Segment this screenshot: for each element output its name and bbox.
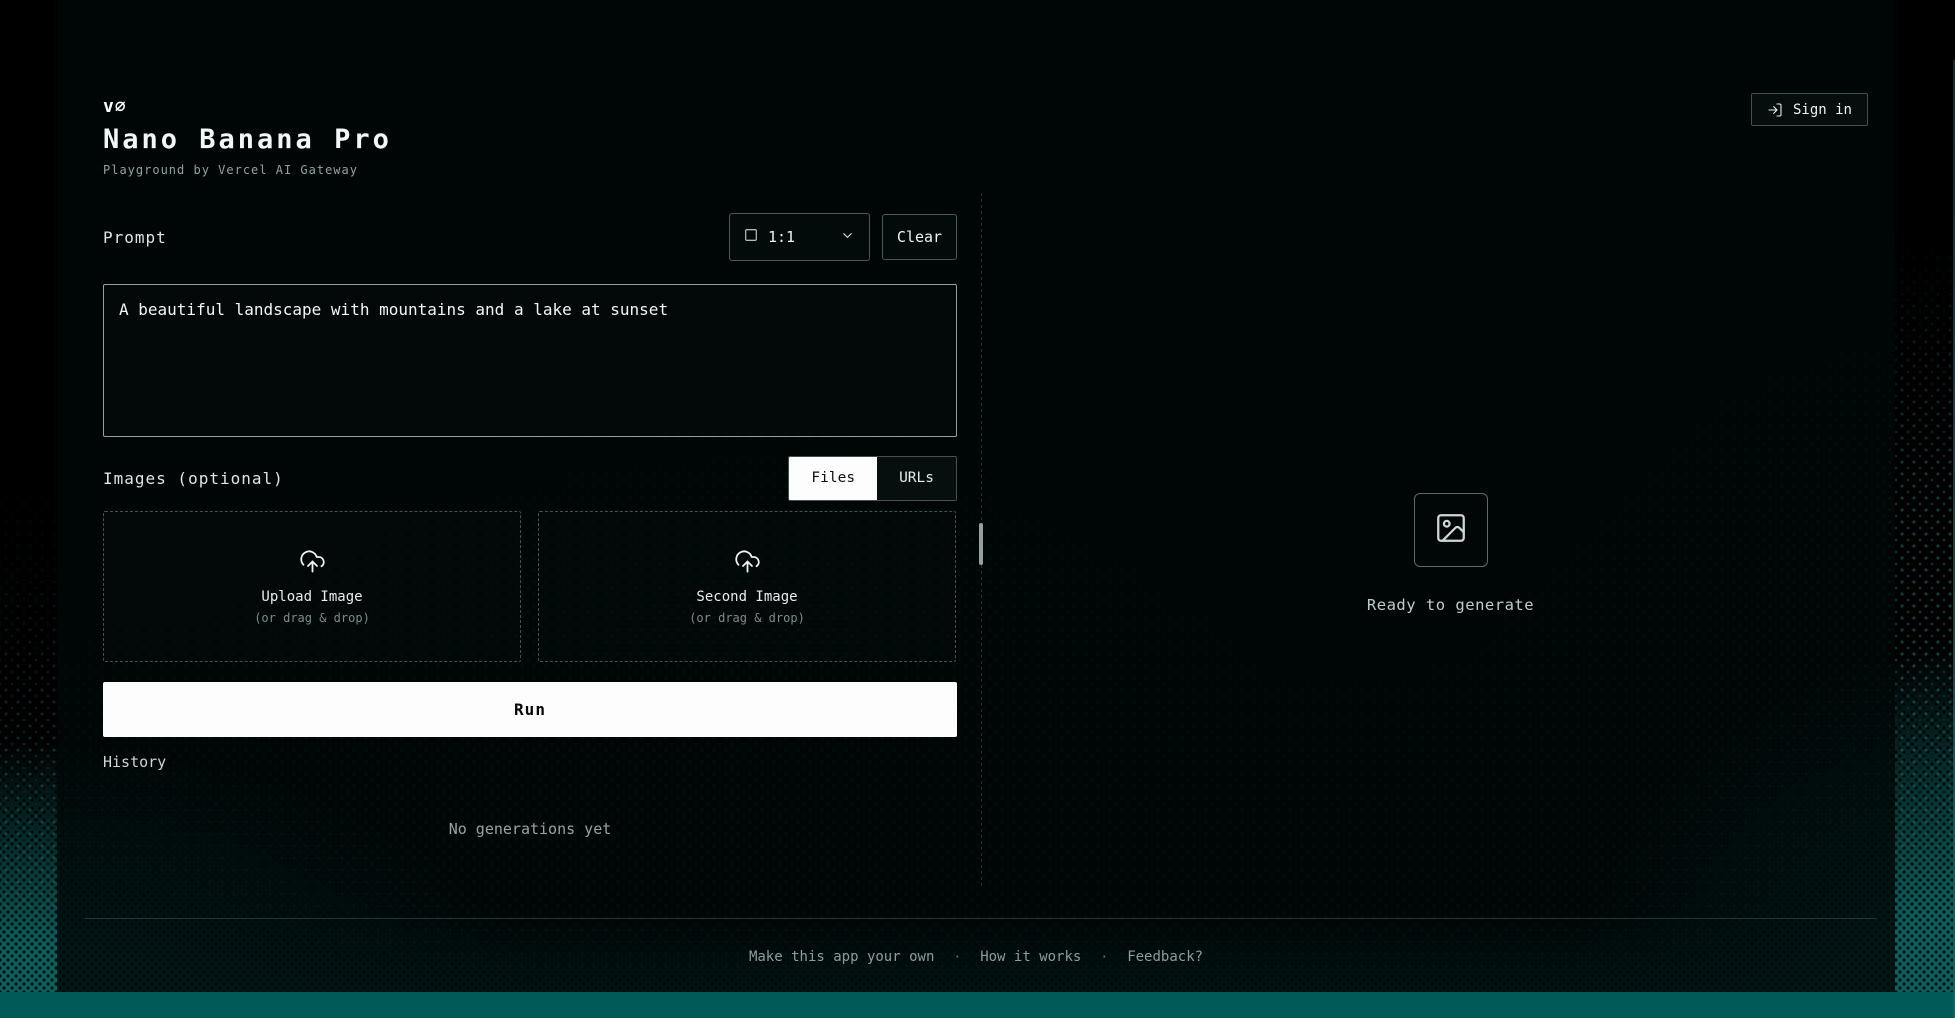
panel-resize-handle[interactable]	[979, 523, 983, 565]
image-source-toggle: Files URLs	[788, 456, 957, 501]
history-label: History	[103, 753, 957, 771]
prompt-input[interactable]: A beautiful landscape with mountains and…	[103, 284, 957, 437]
aspect-ratio-select[interactable]: 1:1	[729, 213, 870, 261]
images-toolbar: Images (optional) Files URLs	[103, 455, 957, 501]
upload-image-dropzone[interactable]: Upload Image (or drag & drop)	[103, 511, 521, 662]
log-in-icon	[1767, 102, 1783, 118]
v0-logo: v∅	[103, 96, 392, 117]
panel-divider	[957, 213, 1006, 893]
upload-cloud-icon	[299, 548, 326, 579]
upload-title: Upload Image	[261, 589, 362, 605]
footer-link-how-it-works[interactable]: How it works	[980, 949, 1081, 965]
upload-hint: (or drag & drop)	[254, 611, 370, 625]
clear-button[interactable]: Clear	[882, 214, 957, 260]
tab-files[interactable]: Files	[789, 457, 877, 500]
output-panel: Ready to generate	[1006, 213, 1895, 893]
upload-hint: (or drag & drop)	[689, 611, 805, 625]
images-label: Images (optional)	[103, 469, 284, 488]
square-icon	[744, 228, 758, 246]
controls-panel: Prompt 1:1 Clear A beautiful landscape w…	[103, 213, 957, 893]
output-status-text: Ready to generate	[1367, 596, 1534, 614]
tab-urls[interactable]: URLs	[877, 457, 956, 500]
second-image-dropzone[interactable]: Second Image (or drag & drop)	[538, 511, 956, 662]
dot-separator: ·	[1100, 950, 1108, 965]
history-empty-message: No generations yet	[103, 820, 957, 838]
prompt-label: Prompt	[103, 228, 167, 247]
page-subtitle: Playground by Vercel AI Gateway	[103, 163, 392, 177]
footer-link-make-your-own[interactable]: Make this app your own	[749, 949, 934, 965]
footer-link-feedback[interactable]: Feedback?	[1127, 949, 1203, 965]
page-title: Nano Banana Pro	[103, 124, 392, 155]
aspect-ratio-value: 1:1	[768, 228, 795, 246]
teal-bottom-strip	[0, 992, 1955, 1018]
brand-block: v∅ Nano Banana Pro Playground by Vercel …	[103, 96, 392, 177]
sign-in-button[interactable]: Sign in	[1751, 93, 1868, 126]
run-button[interactable]: Run	[103, 682, 957, 737]
footer-divider	[85, 918, 1877, 919]
image-icon	[1434, 511, 1468, 549]
upload-cloud-icon	[734, 548, 761, 579]
prompt-toolbar: Prompt 1:1 Clear	[103, 213, 957, 261]
main-area: Prompt 1:1 Clear A beautiful landscape w…	[103, 213, 1895, 893]
dot-separator: ·	[953, 950, 961, 965]
upload-row: Upload Image (or drag & drop) Second Ima…	[103, 511, 957, 662]
chevron-down-icon	[840, 228, 855, 247]
upload-title: Second Image	[696, 589, 797, 605]
main-card: v∅ Nano Banana Pro Playground by Vercel …	[57, 0, 1895, 992]
output-placeholder-frame	[1414, 493, 1488, 567]
sign-in-label: Sign in	[1793, 102, 1852, 118]
footer-links: Make this app your own · How it works · …	[57, 949, 1895, 965]
